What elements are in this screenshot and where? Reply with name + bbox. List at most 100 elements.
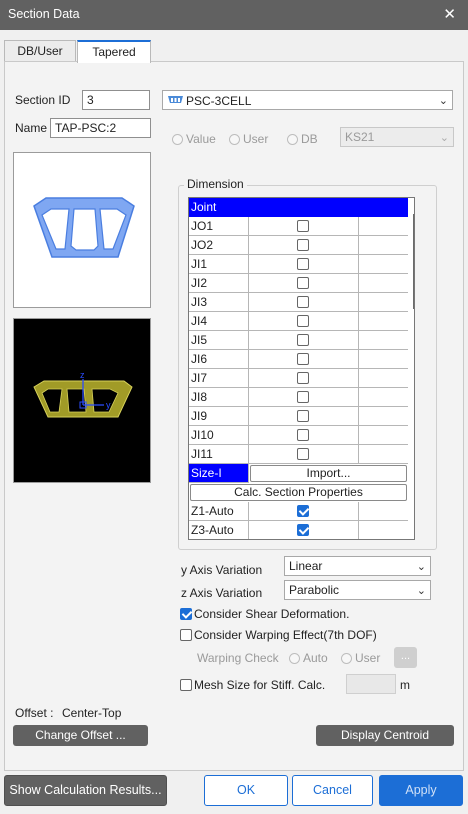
row-checkbox[interactable] bbox=[297, 239, 309, 251]
warping-user-label: User bbox=[355, 651, 381, 665]
radio-user-label: User bbox=[243, 132, 269, 146]
row-label: JI3 bbox=[189, 293, 249, 312]
cancel-button[interactable]: Cancel bbox=[292, 775, 373, 806]
name-label: Name bbox=[15, 121, 48, 135]
section-id-input[interactable]: 3 bbox=[82, 90, 150, 110]
table-row: JI10 bbox=[189, 426, 408, 445]
mesh-size-checkbox[interactable] bbox=[180, 679, 192, 691]
row-label: JO2 bbox=[189, 236, 249, 255]
z-axis-variation-value: Parabolic bbox=[289, 583, 340, 597]
warping-effect-checkbox[interactable] bbox=[180, 629, 192, 641]
radio-db-label: DB bbox=[301, 132, 318, 146]
y-axis-variation-select[interactable]: Linear ⌄ bbox=[284, 556, 431, 576]
row-label: JO1 bbox=[189, 217, 249, 236]
axis-y-label: y bbox=[106, 400, 111, 410]
display-centroid-button[interactable]: Display Centroid bbox=[316, 725, 454, 746]
apply-button[interactable]: Apply bbox=[379, 775, 463, 806]
chevron-down-icon: ⌄ bbox=[438, 95, 448, 107]
row-checkbox[interactable] bbox=[297, 429, 309, 441]
table-row: JI11 bbox=[189, 445, 408, 464]
row-label: JI4 bbox=[189, 312, 249, 331]
z-axis-variation-select[interactable]: Parabolic ⌄ bbox=[284, 580, 431, 600]
table-row: JI6 bbox=[189, 350, 408, 369]
warping-check-label: Warping Check bbox=[197, 651, 279, 665]
y-axis-variation-value: Linear bbox=[289, 559, 323, 573]
row-label: JI6 bbox=[189, 350, 249, 369]
row-checkbox[interactable] bbox=[297, 448, 309, 460]
row-checkbox[interactable] bbox=[297, 372, 309, 384]
close-icon[interactable]: ✕ bbox=[443, 5, 456, 23]
mesh-size-unit: m bbox=[400, 678, 410, 692]
row-checkbox[interactable] bbox=[297, 391, 309, 403]
db-select[interactable]: KS21 ⌄ bbox=[340, 127, 454, 147]
axis-z-label: z bbox=[80, 370, 85, 380]
warping-more-button[interactable]: ... bbox=[394, 647, 417, 668]
table-row: JI3 bbox=[189, 293, 408, 312]
change-offset-button[interactable]: Change Offset ... bbox=[13, 725, 148, 746]
z-axis-variation-label: z Axis Variation bbox=[181, 586, 263, 600]
size-label: Size-I bbox=[189, 464, 249, 483]
calc-section-properties-button[interactable]: Calc. Section Properties bbox=[190, 484, 407, 501]
model-view-preview: z y bbox=[13, 318, 151, 483]
warping-user-radio[interactable] bbox=[341, 653, 352, 664]
row-checkbox[interactable] bbox=[297, 258, 309, 270]
tab-tapered[interactable]: Tapered bbox=[77, 40, 151, 63]
db-select-value: KS21 bbox=[345, 130, 375, 144]
mesh-size-input[interactable] bbox=[346, 674, 396, 694]
section-type-select[interactable]: PSC-3CELL ⌄ bbox=[162, 90, 453, 110]
table-row: JI1 bbox=[189, 255, 408, 274]
z3-auto-checkbox[interactable] bbox=[297, 524, 309, 536]
row-checkbox[interactable] bbox=[297, 220, 309, 232]
row-checkbox[interactable] bbox=[297, 277, 309, 289]
section-shape-drawing bbox=[33, 197, 135, 258]
radio-value[interactable] bbox=[172, 134, 183, 145]
tab-tapered-label: Tapered bbox=[92, 45, 136, 59]
row-checkbox[interactable] bbox=[297, 334, 309, 346]
y-axis-variation-label: y Axis Variation bbox=[181, 563, 263, 577]
row-checkbox[interactable] bbox=[297, 315, 309, 327]
row-checkbox[interactable] bbox=[297, 296, 309, 308]
shear-deformation-checkbox[interactable] bbox=[180, 608, 192, 620]
chevron-down-icon: ⌄ bbox=[416, 585, 426, 597]
show-calculation-results-button[interactable]: Show Calculation Results... bbox=[4, 775, 167, 806]
z1-auto-checkbox[interactable] bbox=[297, 505, 309, 517]
table-row: JO2 bbox=[189, 236, 408, 255]
row-label: JI11 bbox=[189, 445, 249, 464]
offset-value: Center-Top bbox=[62, 706, 122, 720]
dimension-grid[interactable]: Joint JO1 JO2 JI1 JI2 JI3 JI4 JI5 JI6 JI… bbox=[188, 197, 415, 540]
table-row: JI7 bbox=[189, 369, 408, 388]
shear-deformation-label: Consider Shear Deformation. bbox=[194, 607, 350, 621]
table-row: Z3-Auto bbox=[189, 521, 408, 539]
row-label: JI1 bbox=[189, 255, 249, 274]
ok-button[interactable]: OK bbox=[204, 775, 288, 806]
table-row: JI9 bbox=[189, 407, 408, 426]
z3-auto-label: Z3-Auto bbox=[189, 521, 249, 539]
psc-3cell-section-icon bbox=[168, 96, 183, 103]
row-label: JI10 bbox=[189, 426, 249, 445]
name-input[interactable]: TAP-PSC:2 bbox=[50, 118, 151, 138]
section-id-label: Section ID bbox=[15, 93, 71, 107]
row-label: JI2 bbox=[189, 274, 249, 293]
row-label: JI8 bbox=[189, 388, 249, 407]
row-label: JI9 bbox=[189, 407, 249, 426]
table-row: JI2 bbox=[189, 274, 408, 293]
grid-header-joint: Joint bbox=[189, 198, 408, 217]
window-title: Section Data bbox=[8, 7, 80, 21]
calc-row: Calc. Section Properties bbox=[189, 483, 408, 502]
chevron-down-icon: ⌄ bbox=[439, 132, 449, 144]
dimension-title: Dimension bbox=[184, 177, 247, 191]
row-label: JI7 bbox=[189, 369, 249, 388]
grid-scrollbar[interactable] bbox=[413, 214, 414, 309]
row-checkbox[interactable] bbox=[297, 410, 309, 422]
z1-auto-label: Z1-Auto bbox=[189, 502, 249, 521]
import-button[interactable]: Import... bbox=[250, 465, 407, 482]
radio-db[interactable] bbox=[287, 134, 298, 145]
table-row: JO1 bbox=[189, 217, 408, 236]
chevron-down-icon: ⌄ bbox=[416, 561, 426, 573]
warping-auto-radio[interactable] bbox=[289, 653, 300, 664]
table-row: JI5 bbox=[189, 331, 408, 350]
radio-user[interactable] bbox=[229, 134, 240, 145]
row-checkbox[interactable] bbox=[297, 353, 309, 365]
warping-effect-label: Consider Warping Effect(7th DOF) bbox=[194, 628, 377, 642]
tab-db-user[interactable]: DB/User bbox=[4, 40, 76, 62]
